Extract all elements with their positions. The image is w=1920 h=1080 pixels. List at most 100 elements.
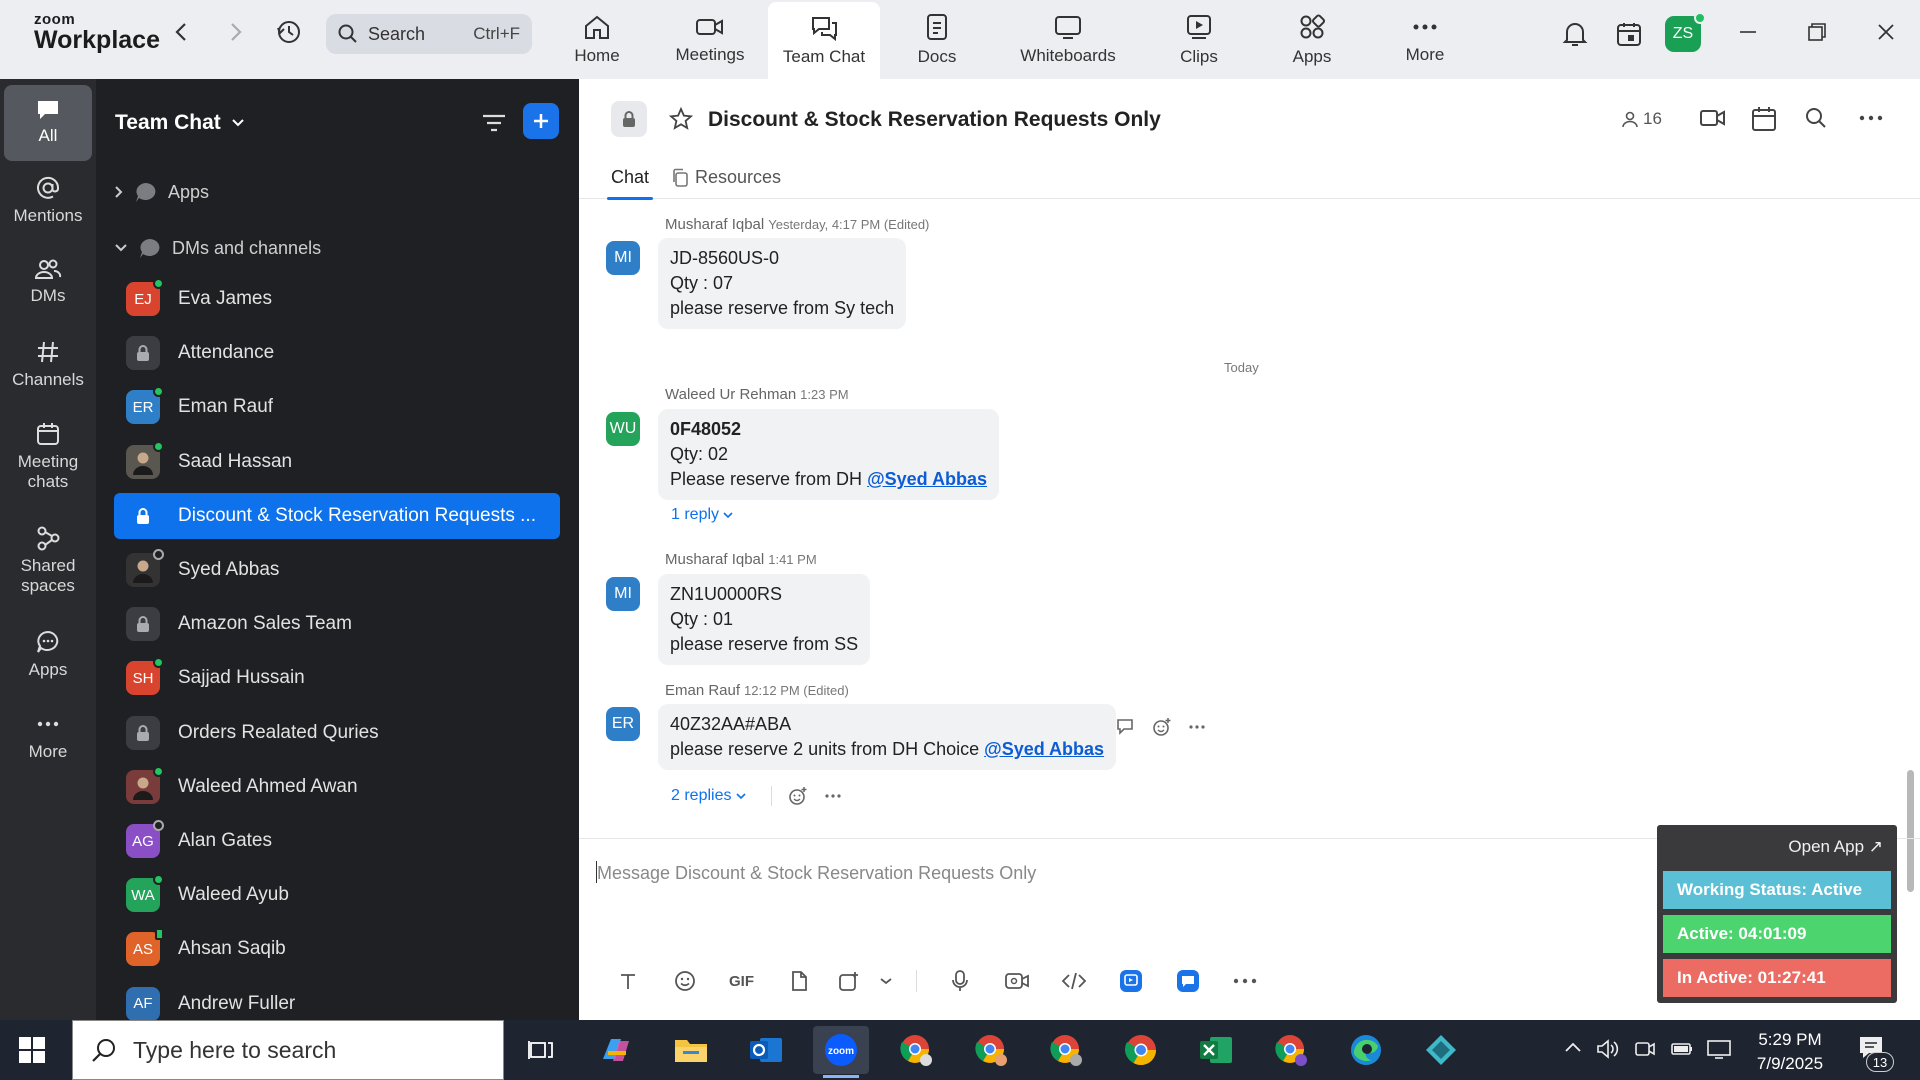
tab-whiteboards[interactable]: Whiteboards: [1012, 0, 1124, 79]
outlook-icon[interactable]: [738, 1026, 794, 1074]
rail-item-apps[interactable]: Apps: [4, 629, 92, 680]
sidebar-section-dms-channels[interactable]: DMs and channels: [114, 237, 321, 259]
taskbar-clock[interactable]: 5:29 PM 7/9/2025: [1745, 1028, 1835, 1076]
tab-docs[interactable]: Docs: [882, 0, 992, 79]
code-snippet-icon[interactable]: [1045, 971, 1102, 991]
meet-now-icon[interactable]: [1634, 1038, 1656, 1065]
forward-arrow-icon[interactable]: [222, 18, 250, 46]
sidebar-item-alan-gates[interactable]: AG Alan Gates: [114, 818, 560, 864]
replies-link[interactable]: 2 replies: [671, 787, 746, 805]
sidebar-item-syed-abbas[interactable]: Syed Abbas: [114, 547, 560, 593]
message-bubble[interactable]: 0F48052 Qty: 02 Please reserve from DH @…: [658, 409, 999, 500]
text-format-icon[interactable]: [599, 971, 656, 991]
members-button[interactable]: 16: [1621, 109, 1662, 129]
rail-item-all[interactable]: All: [4, 85, 92, 161]
open-app-link[interactable]: Open App ↗: [1788, 837, 1883, 857]
chrome-profile-icon[interactable]: [963, 1026, 1019, 1074]
emoji-reaction-icon[interactable]: [788, 786, 808, 806]
reply-thread-icon[interactable]: [1116, 718, 1136, 736]
tray-chevron-up-icon[interactable]: [1563, 1038, 1583, 1063]
chrome-profile-icon[interactable]: [888, 1026, 944, 1074]
avatar[interactable]: WU: [606, 412, 640, 446]
windows-start-icon[interactable]: [18, 1036, 46, 1069]
star-icon[interactable]: [668, 106, 694, 136]
avatar[interactable]: ER: [606, 707, 640, 741]
search-icon[interactable]: [1803, 105, 1829, 136]
rail-item-channels[interactable]: Channels: [4, 339, 92, 390]
sidebar-title[interactable]: Team Chat: [115, 111, 245, 135]
sidebar-item-eva-james[interactable]: EJ Eva James: [114, 276, 560, 322]
message-author[interactable]: Eman Rauf: [665, 682, 740, 699]
avatar[interactable]: MI: [606, 241, 640, 275]
sidebar-item-eman-rauf[interactable]: ER Eman Rauf: [114, 384, 560, 430]
new-chat-button[interactable]: [523, 103, 559, 139]
file-explorer-icon[interactable]: [663, 1026, 719, 1074]
back-arrow-icon[interactable]: [167, 18, 195, 46]
message-bubble[interactable]: JD-8560US-0 Qty : 07 please reserve from…: [658, 238, 907, 329]
message-author[interactable]: Musharaf Iqbal: [665, 551, 764, 568]
emoji-reaction-icon[interactable]: [1152, 717, 1172, 737]
screenshot-icon[interactable]: [827, 970, 871, 992]
restore-icon[interactable]: [1803, 18, 1831, 46]
chrome-profile-icon[interactable]: [1038, 1026, 1094, 1074]
more-dots-icon[interactable]: [1216, 978, 1273, 984]
sidebar-item-discount-stock-reservation-requests[interactable]: Discount & Stock Reservation Requests ..…: [114, 492, 560, 539]
message-bubble[interactable]: 40Z32AA#ABA please reserve 2 units from …: [658, 704, 1117, 770]
message-author[interactable]: Waleed Ur Rehman: [665, 386, 796, 403]
sidebar-item-waleed-ahmed-awan[interactable]: Waleed Ahmed Awan: [114, 764, 560, 810]
sidebar-item-orders-realated-quries[interactable]: Orders Realated Quries: [114, 710, 560, 756]
sidebar-section-apps[interactable]: Apps: [114, 181, 209, 203]
history-icon[interactable]: [275, 18, 303, 46]
minimize-icon[interactable]: [1734, 18, 1762, 46]
avatar[interactable]: MI: [606, 577, 640, 611]
edge-icon[interactable]: [1338, 1026, 1394, 1074]
tab-apps[interactable]: Apps: [1257, 0, 1367, 79]
tab-resources[interactable]: Resources: [671, 167, 781, 188]
zoom-taskbar-icon[interactable]: zoom: [813, 1026, 869, 1078]
emoji-icon[interactable]: [656, 970, 713, 992]
tab-team-chat[interactable]: Team Chat: [768, 2, 880, 79]
battery-icon[interactable]: [1670, 1038, 1694, 1065]
calendar-icon[interactable]: [1615, 20, 1643, 48]
filter-icon[interactable]: [480, 109, 508, 137]
rail-item-meeting-chats[interactable]: Meeting chats: [4, 421, 92, 493]
tab-clips[interactable]: Clips: [1144, 0, 1254, 79]
schedule-calendar-icon[interactable]: [1750, 105, 1778, 138]
tab-chat[interactable]: Chat: [606, 167, 654, 200]
video-call-icon[interactable]: [1699, 105, 1727, 136]
video-message-icon[interactable]: [988, 971, 1045, 991]
user-avatar[interactable]: ZS: [1665, 12, 1706, 52]
chrome-icon[interactable]: [1113, 1026, 1169, 1074]
diamond-app-icon[interactable]: [1413, 1026, 1469, 1074]
sidebar-item-ahsan-saqib[interactable]: AS Ahsan Saqib: [114, 926, 560, 972]
network-icon[interactable]: [1706, 1038, 1732, 1065]
bell-icon[interactable]: [1561, 20, 1589, 48]
rail-item-dms[interactable]: DMs: [4, 257, 92, 306]
message-bubble[interactable]: ZN1U0000RS Qty : 01 please reserve from …: [658, 574, 871, 665]
chrome-profile-icon[interactable]: [1263, 1026, 1319, 1074]
tab-meetings[interactable]: Meetings: [655, 0, 765, 79]
rail-item-mentions[interactable]: Mentions: [4, 175, 92, 226]
clips-app-icon[interactable]: [1102, 969, 1159, 993]
chat-app-icon[interactable]: [1159, 969, 1216, 993]
gif-button[interactable]: GIF: [713, 973, 770, 990]
mention-link[interactable]: @Syed Abbas: [984, 739, 1104, 759]
chevron-down-icon[interactable]: [871, 977, 901, 985]
sidebar-item-waleed-ayub[interactable]: WA Waleed Ayub: [114, 872, 560, 918]
tab-home[interactable]: Home: [542, 0, 652, 79]
volume-icon[interactable]: [1596, 1038, 1620, 1065]
sidebar-item-sajjad-hussain[interactable]: SH Sajjad Hussain: [114, 655, 560, 701]
more-options-icon[interactable]: [1857, 105, 1885, 136]
rail-item-shared-spaces[interactable]: Shared spaces: [4, 525, 92, 597]
microphone-icon[interactable]: [931, 969, 988, 993]
message-author[interactable]: Musharaf Iqbal: [665, 216, 764, 233]
mention-link[interactable]: @Syed Abbas: [867, 469, 987, 489]
sidebar-item-saad-hassan[interactable]: Saad Hassan: [114, 439, 560, 485]
global-search-input[interactable]: Search Ctrl+F: [326, 14, 532, 54]
close-icon[interactable]: [1872, 18, 1900, 46]
file-attach-icon[interactable]: [770, 970, 827, 992]
sidebar-item-amazon-sales-team[interactable]: Amazon Sales Team: [114, 601, 560, 647]
rail-item-more[interactable]: More: [4, 711, 92, 762]
task-view-icon[interactable]: [513, 1026, 569, 1074]
copilot-icon[interactable]: [588, 1026, 644, 1074]
